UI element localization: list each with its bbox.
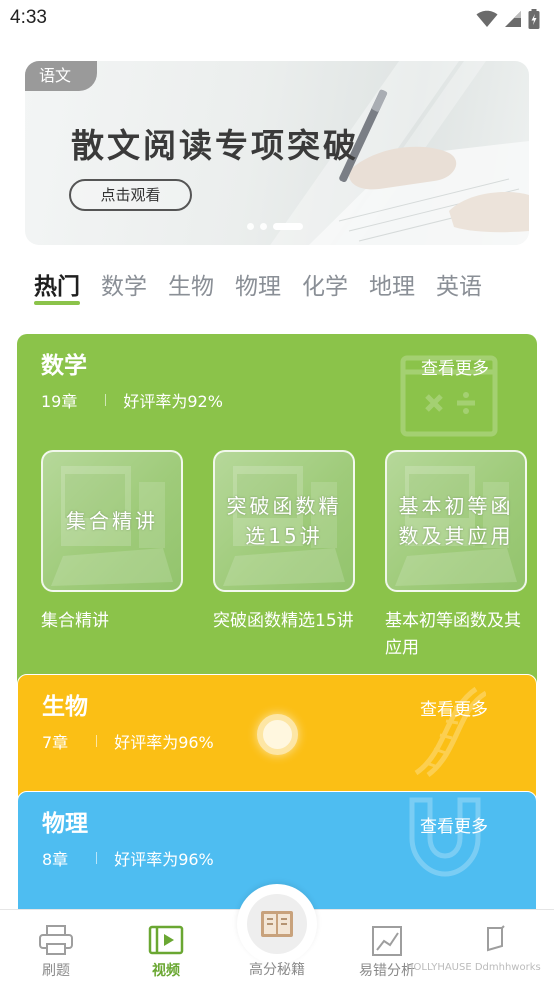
physics-card-meta: 8章 好评率为96% <box>42 846 214 870</box>
math-see-more-link[interactable]: 查看更多 <box>421 354 489 379</box>
wifi-icon <box>476 10 498 27</box>
nav-item-secrets[interactable] <box>237 884 317 964</box>
tab-chemistry[interactable]: 化学 <box>302 267 348 309</box>
tab-hot[interactable]: 热门 <box>34 267 80 309</box>
tab-english[interactable]: 英语 <box>436 267 482 309</box>
tab-geography[interactable]: 地理 <box>369 267 415 309</box>
course-thumbnail-text: 集合精讲 <box>66 509 158 533</box>
course-thumbnail-text: 基本初等函数及其应用 <box>398 494 514 548</box>
meta-divider <box>96 852 98 864</box>
math-chapter-count: 19章 <box>41 392 78 411</box>
magnet-icon <box>409 797 481 877</box>
nav-item-practice[interactable]: 刷题 <box>26 910 86 984</box>
nav-item-video[interactable]: 视频 <box>136 910 196 984</box>
banner-title: 散文阅读专项突破 <box>71 126 359 165</box>
tab-biology[interactable]: 生物 <box>168 267 214 309</box>
page-icon <box>487 925 505 952</box>
biology-card-meta: 7章 好评率为96% <box>42 729 214 753</box>
carousel-dot[interactable] <box>260 223 267 230</box>
carousel-dot-active[interactable] <box>273 223 303 230</box>
physics-card-title: 物理 <box>42 811 88 837</box>
biology-rating: 好评率为96% <box>114 733 214 752</box>
battery-charging-icon <box>528 9 540 29</box>
course-thumbnail-text: 突破函数精选15讲 <box>226 494 342 548</box>
meta-divider <box>96 735 98 747</box>
nav-label: 视频 <box>152 963 180 979</box>
course-caption[interactable]: 基本初等函数及其应用 <box>385 608 537 662</box>
carousel-dot[interactable] <box>247 223 254 230</box>
physics-see-more-link[interactable]: 查看更多 <box>420 812 488 837</box>
book-icon <box>261 911 293 937</box>
subject-tabs: 热门 数学 生物 物理 化学 地理 英语 <box>34 267 503 309</box>
biology-chapter-count: 7章 <box>42 733 69 752</box>
nav-label: 高分秘籍 <box>249 962 305 978</box>
course-thumbnail[interactable]: 基本初等函数及其应用 <box>385 450 527 592</box>
math-card-title: 数学 <box>41 353 87 379</box>
course-caption[interactable]: 突破函数精选15讲 <box>213 608 365 635</box>
status-bar: 4:33 <box>0 0 554 38</box>
watch-now-button[interactable]: 点击观看 <box>69 179 192 211</box>
carousel-indicator <box>247 223 303 230</box>
course-thumbnail[interactable]: 集合精讲 <box>41 450 183 592</box>
course-thumbnail[interactable]: 突破函数精选15讲 <box>213 450 355 592</box>
printer-icon <box>39 925 73 955</box>
nav-label: 刷题 <box>42 963 70 979</box>
course-caption[interactable]: 集合精讲 <box>41 608 193 635</box>
banner-carousel[interactable]: 语文 散文阅读专项突破 点击观看 <box>25 61 529 245</box>
status-icons <box>476 9 540 29</box>
physics-chapter-count: 8章 <box>42 850 69 869</box>
biology-card-title: 生物 <box>42 694 88 720</box>
watermark: HOLLYHAUSE Ddmhhworks <box>406 962 541 973</box>
floating-assistive-button[interactable] <box>257 714 298 755</box>
math-card-meta: 19章 好评率为92% <box>41 388 223 412</box>
tab-physics[interactable]: 物理 <box>235 267 281 309</box>
banner-subject-tag: 语文 <box>25 61 97 91</box>
physics-rating: 好评率为96% <box>114 850 214 869</box>
signal-icon <box>505 11 521 27</box>
tab-math[interactable]: 数学 <box>101 267 147 309</box>
center-button[interactable] <box>247 894 307 954</box>
math-rating: 好评率为92% <box>123 392 223 411</box>
video-icon <box>148 925 184 955</box>
status-time: 4:33 <box>10 7 47 28</box>
chart-icon <box>372 926 402 956</box>
biology-see-more-link[interactable]: 查看更多 <box>420 695 488 720</box>
meta-divider <box>105 394 107 406</box>
